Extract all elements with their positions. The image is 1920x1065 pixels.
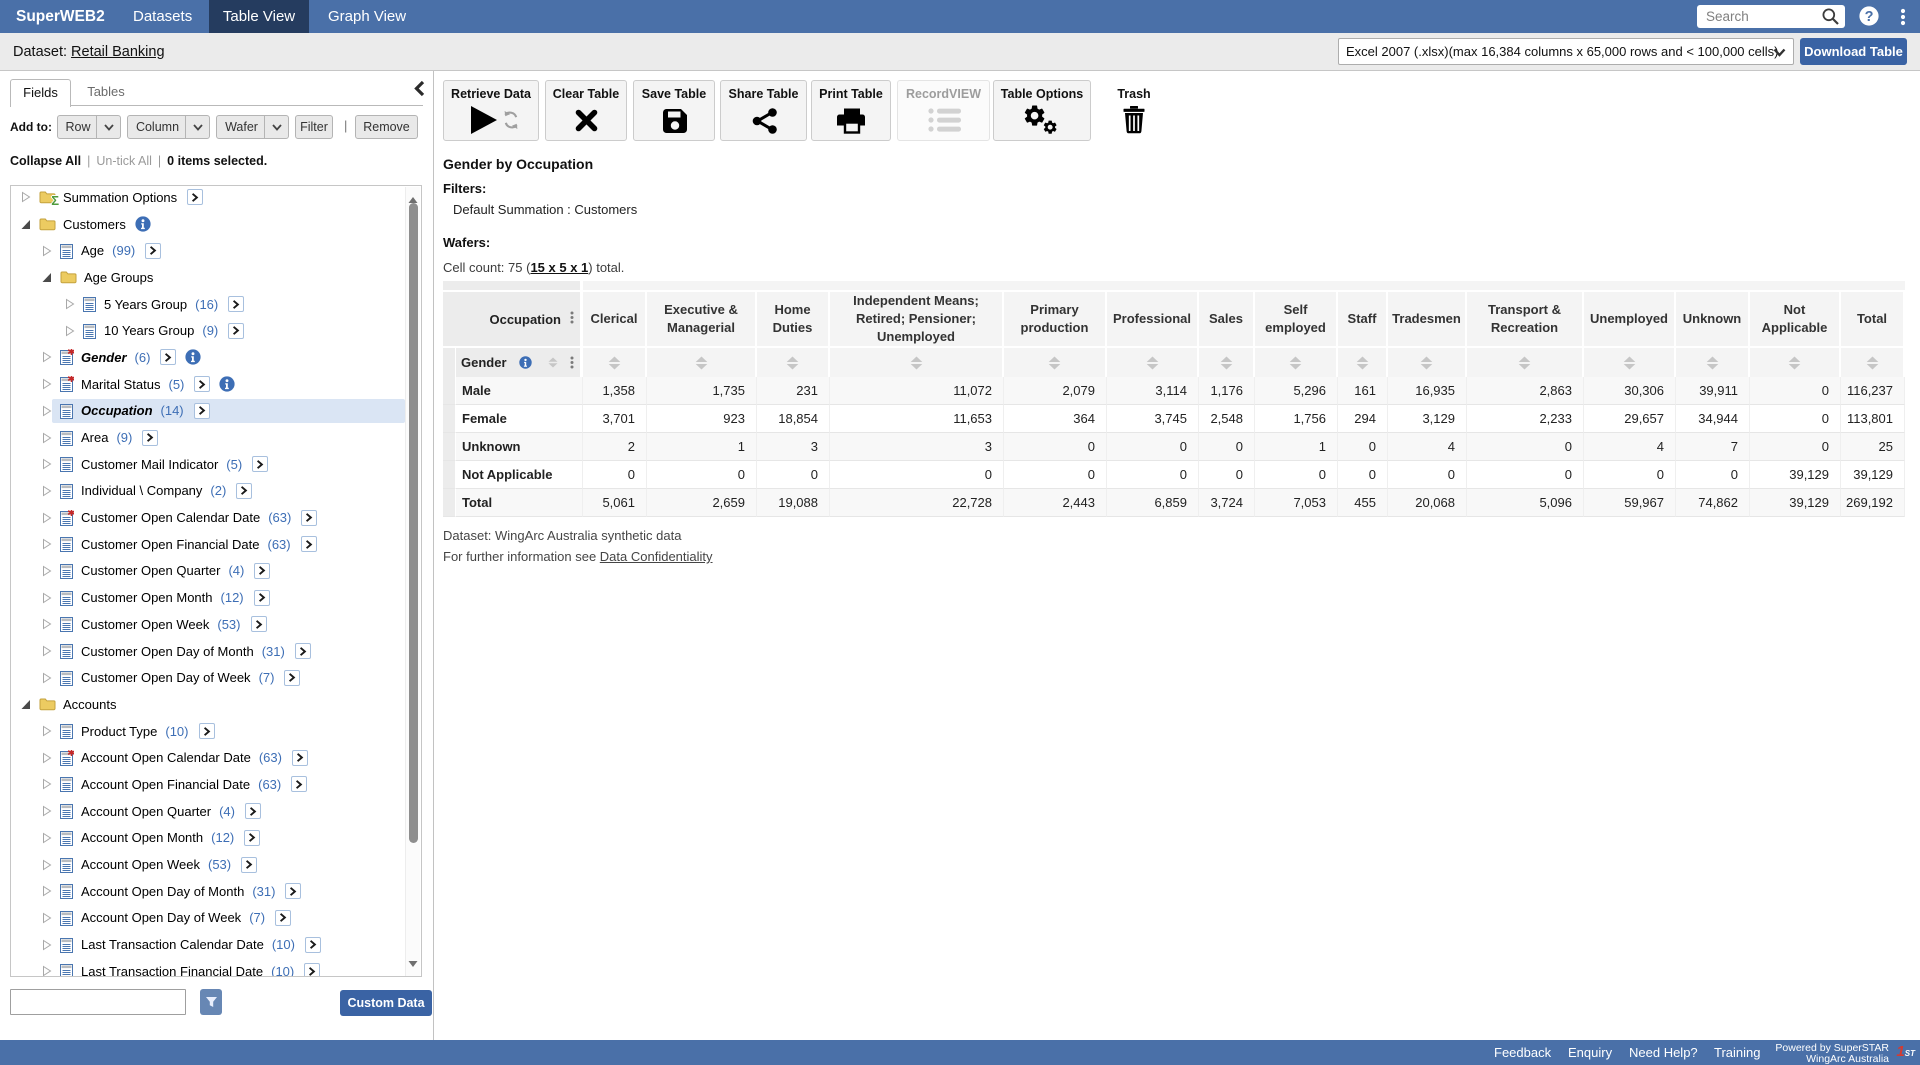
- svg-text:?: ?: [1865, 9, 1874, 25]
